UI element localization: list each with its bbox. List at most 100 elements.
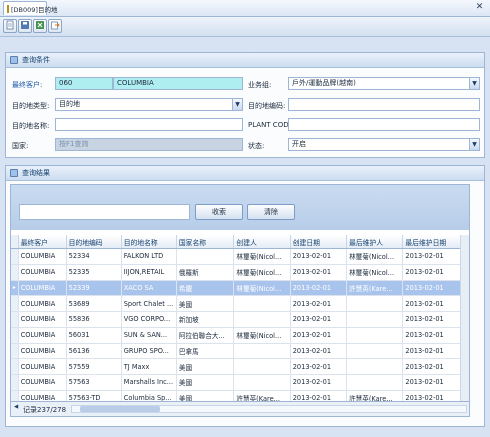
table-cell[interactable] [233, 358, 291, 375]
table-cell[interactable]: 2013-02-01 [290, 358, 348, 375]
table-cell[interactable]: 2013-02-01 [290, 343, 348, 360]
table-cell[interactable]: 美國 [176, 295, 235, 312]
column-header[interactable]: 创建人 [233, 235, 291, 249]
horizontal-scrollbar[interactable] [71, 405, 467, 413]
table-cell[interactable]: 俄羅斯 [176, 264, 235, 281]
table-cell[interactable]: 2013-02-01 [290, 327, 348, 344]
table-cell[interactable] [233, 374, 291, 391]
table-cell[interactable]: 52334 [66, 248, 122, 265]
table-cell[interactable]: FALKON LTD [121, 248, 177, 265]
table-cell[interactable]: 2013-02-01 [402, 358, 461, 375]
dest-type-select[interactable]: 目的地 ▼ [55, 98, 243, 111]
clear-button[interactable]: 清除 [247, 204, 295, 220]
chevron-left-icon[interactable]: ◀ [14, 404, 18, 410]
table-cell[interactable]: 2013-02-01 [402, 343, 461, 360]
table-cell[interactable]: 2013-02-01 [290, 248, 348, 265]
document-tab[interactable]: [DB009]目的地 [3, 1, 57, 15]
table-cell[interactable]: 2013-02-01 [290, 311, 348, 328]
table-cell[interactable] [233, 295, 291, 312]
chevron-down-icon[interactable]: ▼ [469, 139, 479, 150]
table-row[interactable]: COLUMBIA 52334 FALKON LTD 林璽菊(Nicol... 2013-… [11, 248, 461, 265]
table-cell[interactable]: 53689 [66, 295, 122, 312]
table-cell[interactable]: 2013-02-01 [402, 374, 461, 391]
table-cell[interactable]: 2013-02-01 [290, 280, 348, 297]
table-row[interactable]: COLUMBIA 56136 GRUPO SPO... 巴拿馬 2013-02-01 20… [11, 343, 461, 360]
vertical-scrollbar[interactable] [460, 235, 469, 405]
table-cell[interactable]: 56136 [66, 343, 122, 360]
table-cell[interactable] [233, 311, 291, 328]
table-cell[interactable] [346, 327, 404, 344]
column-header[interactable]: 创建日期 [290, 235, 348, 249]
table-cell[interactable]: 新加坡 [176, 311, 235, 328]
table-cell[interactable]: 2013-02-01 [290, 374, 348, 391]
table-cell[interactable]: COLUMBIA [18, 358, 67, 375]
table-cell[interactable]: XACO SA [121, 280, 177, 297]
table-cell[interactable]: 56031 [66, 327, 122, 344]
chevron-down-icon[interactable]: ▼ [232, 99, 242, 110]
table-row[interactable]: COLUMBIA 56031 SUN & SAN... 阿拉伯聯合大... 林璽菊(Ni… [11, 327, 461, 344]
dest-name-input[interactable] [55, 118, 243, 131]
table-cell[interactable]: 2013-02-01 [290, 264, 348, 281]
table-cell[interactable]: 美國 [176, 374, 235, 391]
search-input[interactable] [19, 204, 190, 220]
plant-code-input[interactable] [288, 118, 480, 131]
new-file-icon[interactable] [3, 19, 17, 33]
table-cell[interactable]: VGO CORPO... [121, 311, 177, 328]
table-cell[interactable]: GRUPO SPO... [121, 343, 177, 360]
table-cell[interactable]: TJ Maxx [121, 358, 177, 375]
column-header[interactable]: 国家名称 [176, 235, 235, 249]
table-row[interactable]: COLUMBIA 55836 VGO CORPO... 新加坡 2013-02-01 20… [11, 311, 461, 328]
save-icon[interactable] [18, 19, 32, 33]
table-cell[interactable]: COLUMBIA [18, 280, 67, 297]
dest-code-input[interactable] [288, 98, 480, 111]
table-row[interactable]: COLUMBIA 57563 Marshalls Inc... 美國 2013-02-0… [11, 374, 461, 391]
table-cell[interactable]: COLUMBIA [18, 311, 67, 328]
column-header[interactable]: 最终客户 [18, 235, 67, 249]
table-cell[interactable] [346, 358, 404, 375]
table-cell[interactable]: 55836 [66, 311, 122, 328]
table-row[interactable]: ▸ COLUMBIA 52339 XACO SA 希臘 林璽菊(Nicol... 2013-… [11, 280, 461, 297]
table-row[interactable]: COLUMBIA 53689 Sport Chalet ... 美國 2013-02-0… [11, 295, 461, 312]
business-group-select[interactable]: 戶外/運動品牌(越南) ▼ [288, 77, 480, 90]
chevron-down-icon[interactable]: ▼ [469, 78, 479, 89]
end-customer-code-field[interactable]: 060 [55, 77, 113, 90]
table-cell[interactable]: 2013-02-01 [402, 248, 461, 265]
export-icon[interactable] [48, 19, 62, 33]
table-cell[interactable]: 57559 [66, 358, 122, 375]
column-header[interactable]: 最后维护日期 [402, 235, 461, 249]
table-cell[interactable]: 林璽菊(Nicol... [233, 264, 291, 281]
table-cell[interactable] [346, 311, 404, 328]
table-cell[interactable] [176, 248, 235, 265]
table-cell[interactable]: 52335 [66, 264, 122, 281]
close-icon[interactable]: ✕ [474, 2, 485, 13]
table-cell[interactable] [233, 343, 291, 360]
table-cell[interactable]: 2013-02-01 [402, 327, 461, 344]
table-cell[interactable] [346, 343, 404, 360]
column-header[interactable]: 最后维护人 [346, 235, 404, 249]
table-cell[interactable]: Marshalls Inc... [121, 374, 177, 391]
table-cell[interactable]: COLUMBIA [18, 374, 67, 391]
table-cell[interactable]: 阿拉伯聯合大... [176, 327, 235, 344]
table-cell[interactable]: 林璽菊(Nicol... [233, 280, 291, 297]
table-cell[interactable]: 2013-02-01 [402, 311, 461, 328]
table-cell[interactable]: 希臘 [176, 280, 235, 297]
table-row[interactable]: COLUMBIA 52335 IIJON,RETAIL 俄羅斯 林璽菊(Nicol...… [11, 264, 461, 281]
table-cell[interactable]: 2013-02-01 [402, 264, 461, 281]
table-cell[interactable]: IIJON,RETAIL [121, 264, 177, 281]
table-cell[interactable]: 林璽菊(Nicol... [346, 264, 404, 281]
table-cell[interactable]: 美國 [176, 358, 235, 375]
scrollbar-thumb[interactable] [80, 406, 160, 412]
column-header[interactable]: 目的地名称 [121, 235, 177, 249]
table-cell[interactable]: 2013-02-01 [290, 295, 348, 312]
table-cell[interactable]: COLUMBIA [18, 264, 67, 281]
table-cell[interactable]: SUN & SAN... [121, 327, 177, 344]
search-button[interactable]: 收索 [195, 204, 243, 220]
table-cell[interactable]: 林璽菊(Nicol... [233, 327, 291, 344]
table-cell[interactable]: 巴拿馬 [176, 343, 235, 360]
table-cell[interactable]: 許慧英(Kare... [346, 280, 404, 297]
table-cell[interactable]: 57563 [66, 374, 122, 391]
table-cell[interactable]: 林璽菊(Nicol... [346, 248, 404, 265]
table-cell[interactable] [346, 295, 404, 312]
table-cell[interactable]: Sport Chalet ... [121, 295, 177, 312]
country-input[interactable]: 按F1查詢 [55, 138, 243, 151]
